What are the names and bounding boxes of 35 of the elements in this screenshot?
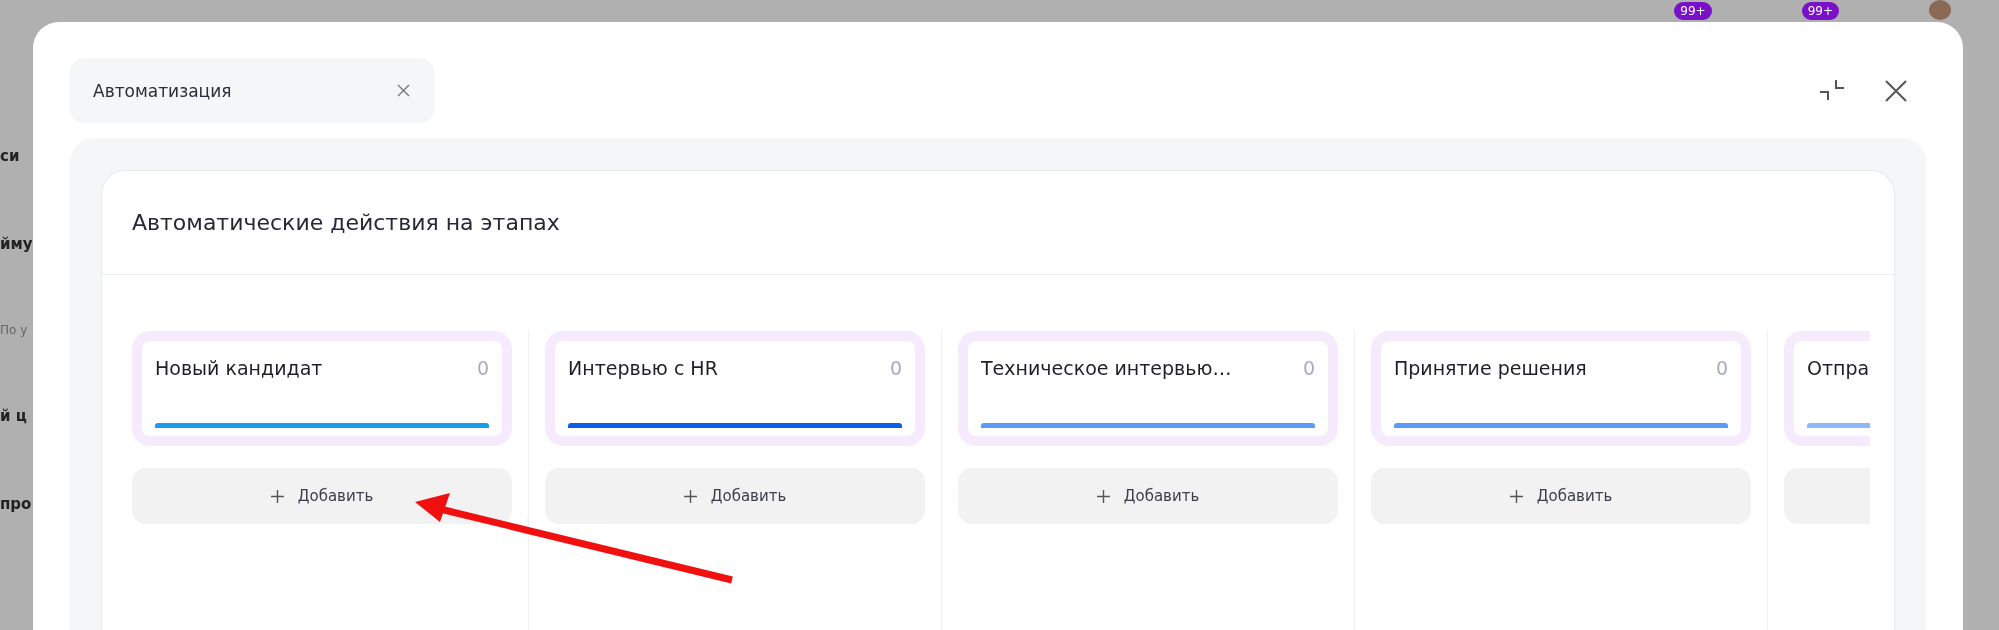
add-button[interactable]: Добавить [132,468,512,524]
tab[interactable]: Автоматизация [70,58,434,123]
stage-title: Интервью с HR [568,357,718,379]
background-text: си [0,147,21,165]
stage-count: 0 [476,357,489,379]
stage-card[interactable]: Принятие решения 0 [1371,331,1751,446]
background-text: й ц [0,407,28,425]
add-button[interactable]: Добавить [545,468,925,524]
close-icon[interactable] [1885,79,1907,102]
stage-count: 0 [889,357,902,379]
stage-title: Отпра [1807,357,1870,379]
card-title: Автоматические действия на этапах [132,210,560,235]
stage-title: Принятие решения [1394,357,1587,379]
add-button[interactable]: Добавить [958,468,1338,524]
notification-badge: 99+ [1674,2,1712,20]
stage-card[interactable]: Интервью с HR 0 [545,331,925,446]
plus-icon [1509,489,1523,503]
plus-icon [270,489,284,503]
stage-card[interactable]: Техническое интервью… 0 [958,331,1338,446]
background-text: йму [0,235,33,253]
avatar[interactable] [1929,0,1951,20]
notification-badge: 99+ [1801,2,1839,20]
background-text: про [0,495,33,513]
background-text: По у [0,323,29,337]
stage-title: Новый кандидат [155,357,323,379]
stage-count: 0 [1715,357,1728,379]
plus-icon [1096,489,1110,503]
stage-card[interactable]: Новый кандидат 0 [132,331,512,446]
plus-icon [683,489,697,503]
add-button[interactable]: Добавить [1371,468,1751,524]
stage-count: 0 [1302,357,1315,379]
stage-card[interactable]: Отпра [1784,331,1870,446]
tab-label: Автоматизация [93,80,232,101]
stage-title: Техническое интервью… [981,357,1232,379]
close-icon[interactable] [397,84,410,97]
